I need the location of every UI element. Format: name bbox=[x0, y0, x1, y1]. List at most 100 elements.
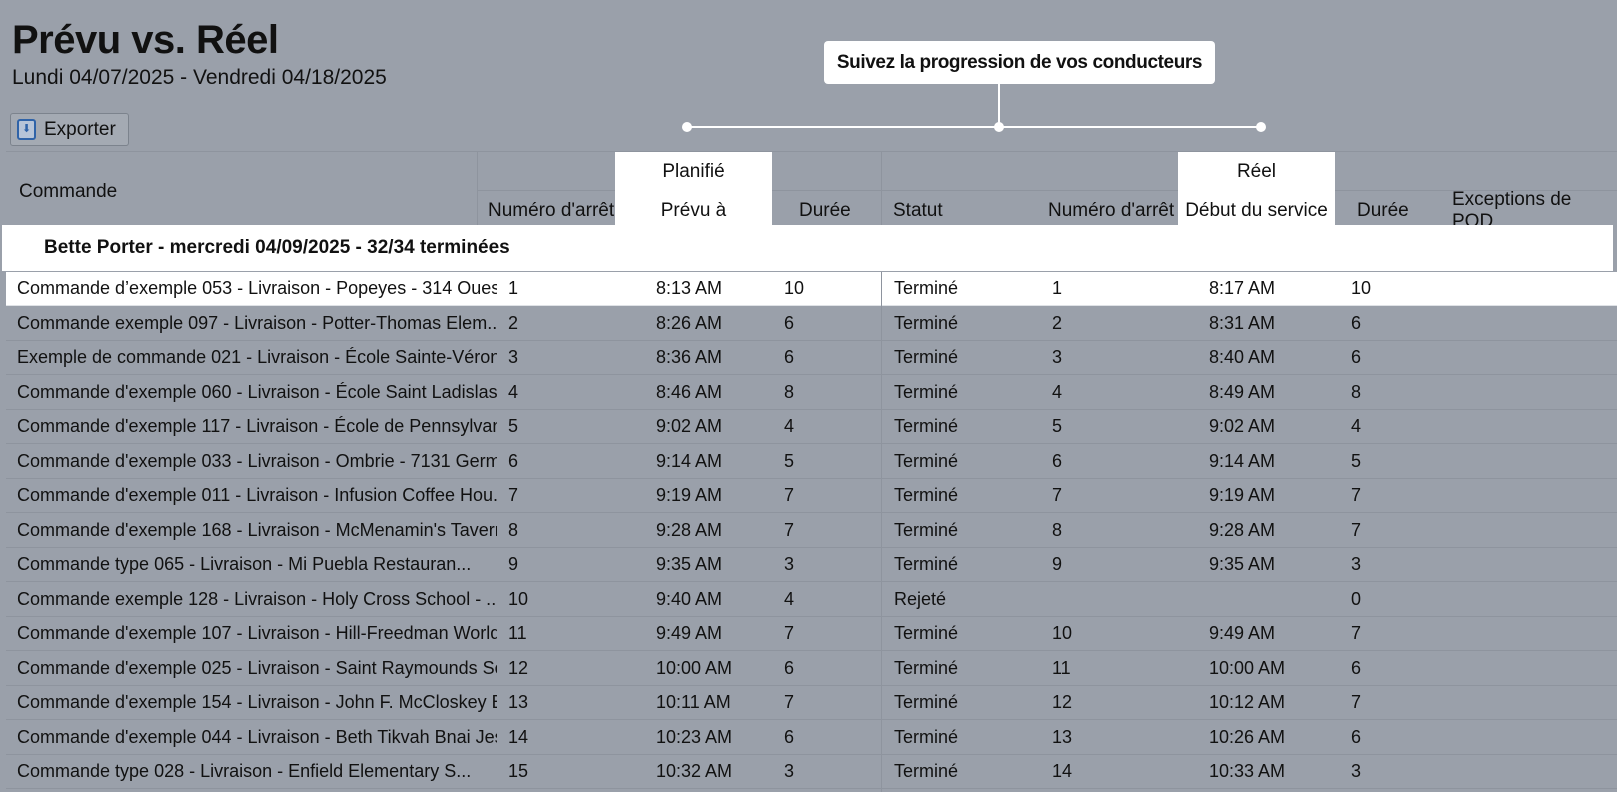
service-start-cell: 10:12 AM bbox=[1209, 692, 1286, 712]
column-divider bbox=[881, 272, 882, 792]
table-row[interactable]: Commande d'exemple 060 - Livraison - Éco… bbox=[6, 376, 1617, 410]
table-row[interactable]: Commande d'exemple 168 - Livraison - McM… bbox=[6, 514, 1617, 548]
table-row[interactable]: Commande exemple 097 - Livraison - Potte… bbox=[6, 307, 1617, 341]
actual-duration-cell: 10 bbox=[1351, 278, 1372, 298]
service-start-cell: 9:49 AM bbox=[1209, 623, 1276, 643]
planned-duration-cell: 5 bbox=[784, 450, 795, 471]
order-cell: Exemple de commande 021 - Livraison - Éc… bbox=[17, 347, 497, 367]
callout-dot-right bbox=[1256, 122, 1266, 132]
stop-number-cell: 7 bbox=[508, 485, 519, 505]
planned-duration-cell: 10 bbox=[784, 278, 805, 298]
planned-time-cell: 8:13 AM bbox=[656, 278, 723, 298]
table-row[interactable]: Commande d'exemple 117 - Livraison - Éco… bbox=[6, 410, 1617, 444]
actual-stop-number-cell: 11 bbox=[1052, 657, 1071, 678]
actual-stop-number-cell: 13 bbox=[1052, 726, 1073, 747]
planned-time-cell: 9:19 AM bbox=[656, 485, 723, 505]
planned-duration-cell: 7 bbox=[784, 623, 795, 643]
actual-duration-cell: 7 bbox=[1351, 692, 1362, 712]
table-row[interactable]: Commande d'exemple 033 - Livraison - Omb… bbox=[6, 445, 1617, 479]
status-cell: Terminé bbox=[894, 347, 959, 367]
actual-duration-cell: 6 bbox=[1351, 726, 1362, 747]
group-row-driver[interactable]: Bette Porter - mercredi 04/09/2025 - 32/… bbox=[2, 225, 1613, 271]
order-cell: Commande type 065 - Livraison - Mi Puebl… bbox=[17, 554, 472, 574]
table-row[interactable]: Exemple de commande 021 - Livraison - Éc… bbox=[6, 341, 1617, 375]
callout-bracket bbox=[687, 126, 1261, 128]
callout-tooltip: Suivez la progression de vos conducteurs bbox=[824, 41, 1215, 84]
stop-number-cell: 3 bbox=[508, 347, 519, 367]
stop-number-cell: 14 bbox=[508, 726, 529, 747]
planned-duration-cell: 6 bbox=[784, 657, 795, 678]
table-row[interactable]: Commande d’exemple 053 - Livraison - Pop… bbox=[6, 272, 1617, 306]
header-col-divider bbox=[881, 151, 882, 225]
service-start-cell: 10:00 AM bbox=[1209, 657, 1286, 678]
service-start-cell: 10:26 AM bbox=[1209, 726, 1286, 747]
status-cell: Terminé bbox=[894, 278, 959, 298]
planned-time-cell: 8:46 AM bbox=[656, 381, 723, 402]
planned-time-cell: 8:26 AM bbox=[656, 312, 723, 333]
order-cell: Commande d'exemple 060 - Livraison - Éco… bbox=[17, 381, 497, 402]
service-start-cell: 8:49 AM bbox=[1209, 381, 1276, 402]
status-cell: Rejeté bbox=[894, 588, 947, 609]
service-start-cell: 9:02 AM bbox=[1209, 416, 1276, 436]
actual-duration-cell: 7 bbox=[1351, 519, 1362, 540]
actual-duration-cell: 3 bbox=[1351, 761, 1362, 781]
status-cell: Terminé bbox=[894, 485, 959, 505]
table-row[interactable]: Commande d'exemple 107 - Livraison - Hil… bbox=[6, 617, 1617, 651]
planned-duration-cell: 3 bbox=[784, 761, 795, 781]
actual-duration-cell: 7 bbox=[1351, 623, 1362, 643]
actual-stop-number-cell: 12 bbox=[1052, 692, 1073, 712]
planned-time-cell: 9:40 AM bbox=[656, 588, 723, 609]
planned-duration-cell: 6 bbox=[784, 312, 795, 333]
stop-number-cell: 6 bbox=[508, 450, 519, 471]
actual-duration-cell: 8 bbox=[1351, 381, 1362, 402]
stop-number-cell: 15 bbox=[508, 761, 529, 781]
status-cell: Terminé bbox=[894, 726, 959, 747]
date-range: Lundi 04/07/2025 - Vendredi 04/18/2025 bbox=[12, 66, 387, 89]
actual-stop-number-cell: 14 bbox=[1052, 761, 1073, 781]
service-start-cell bbox=[1209, 583, 1309, 616]
status-cell: Terminé bbox=[894, 761, 959, 781]
actual-stop-number-cell: 2 bbox=[1052, 312, 1063, 333]
planned-time-cell: 10:11 AM bbox=[656, 692, 731, 712]
table-row[interactable]: Commande d'exemple 044 - Livraison - Bet… bbox=[6, 721, 1617, 755]
planned-duration-cell: 6 bbox=[784, 347, 795, 367]
table-row[interactable]: Commande d'exemple 025 - Livraison - Sai… bbox=[6, 652, 1617, 686]
export-button[interactable]: ⬇ Exporter bbox=[10, 113, 129, 146]
actual-duration-cell: 0 bbox=[1351, 588, 1362, 609]
stop-number-cell: 8 bbox=[508, 519, 519, 540]
table-row[interactable]: Commande d'exemple 154 - Livraison - Joh… bbox=[6, 686, 1617, 720]
export-label: Exporter bbox=[44, 118, 116, 140]
order-cell: Commande d'exemple 033 - Livraison - Omb… bbox=[17, 450, 497, 471]
planned-time-cell: 9:28 AM bbox=[656, 519, 723, 540]
planned-duration-cell: 8 bbox=[784, 381, 795, 402]
order-cell: Commande d'exemple 117 - Livraison - Éco… bbox=[17, 416, 497, 436]
service-start-cell: 9:35 AM bbox=[1209, 554, 1276, 574]
status-cell: Terminé bbox=[894, 519, 959, 540]
actual-stop-number-cell: 5 bbox=[1052, 416, 1063, 436]
callout-dot-left bbox=[682, 122, 692, 132]
status-cell: Terminé bbox=[894, 657, 959, 678]
order-cell: Commande exemple 128 - Livraison - Holy … bbox=[17, 588, 497, 609]
actual-stop-number-cell: 3 bbox=[1052, 347, 1063, 367]
actual-stop-number-cell: 1 bbox=[1052, 278, 1063, 298]
table-row[interactable]: Commande type 065 - Livraison - Mi Puebl… bbox=[6, 548, 1617, 582]
actual-duration-cell: 5 bbox=[1351, 450, 1362, 471]
status-cell: Terminé bbox=[894, 416, 959, 436]
group-header-reel: Réel bbox=[1236, 160, 1277, 182]
status-cell: Terminé bbox=[894, 623, 959, 643]
service-start-cell: 8:31 AM bbox=[1209, 312, 1276, 333]
table-row[interactable]: Commande type 028 - Livraison - Enfield … bbox=[6, 755, 1617, 789]
status-cell: Terminé bbox=[894, 312, 959, 333]
status-cell: Terminé bbox=[894, 692, 959, 712]
actual-duration-cell: 3 bbox=[1351, 554, 1362, 574]
actual-stop-number-cell: 8 bbox=[1052, 519, 1063, 540]
order-cell: Commande d'exemple 168 - Livraison - McM… bbox=[17, 519, 497, 540]
table-row[interactable]: Commande d'exemple 011 - Livraison - Inf… bbox=[6, 479, 1617, 513]
order-cell: Commande d'exemple 044 - Livraison - Bet… bbox=[17, 726, 497, 747]
col-header-commande[interactable]: Commande bbox=[19, 172, 117, 211]
order-cell: Commande d'exemple 025 - Livraison - Sai… bbox=[17, 657, 497, 678]
planned-duration-cell: 4 bbox=[784, 416, 795, 436]
planned-duration-cell: 4 bbox=[784, 588, 795, 609]
planned-duration-cell: 7 bbox=[784, 519, 795, 540]
table-row[interactable]: Commande exemple 128 - Livraison - Holy … bbox=[6, 583, 1617, 617]
